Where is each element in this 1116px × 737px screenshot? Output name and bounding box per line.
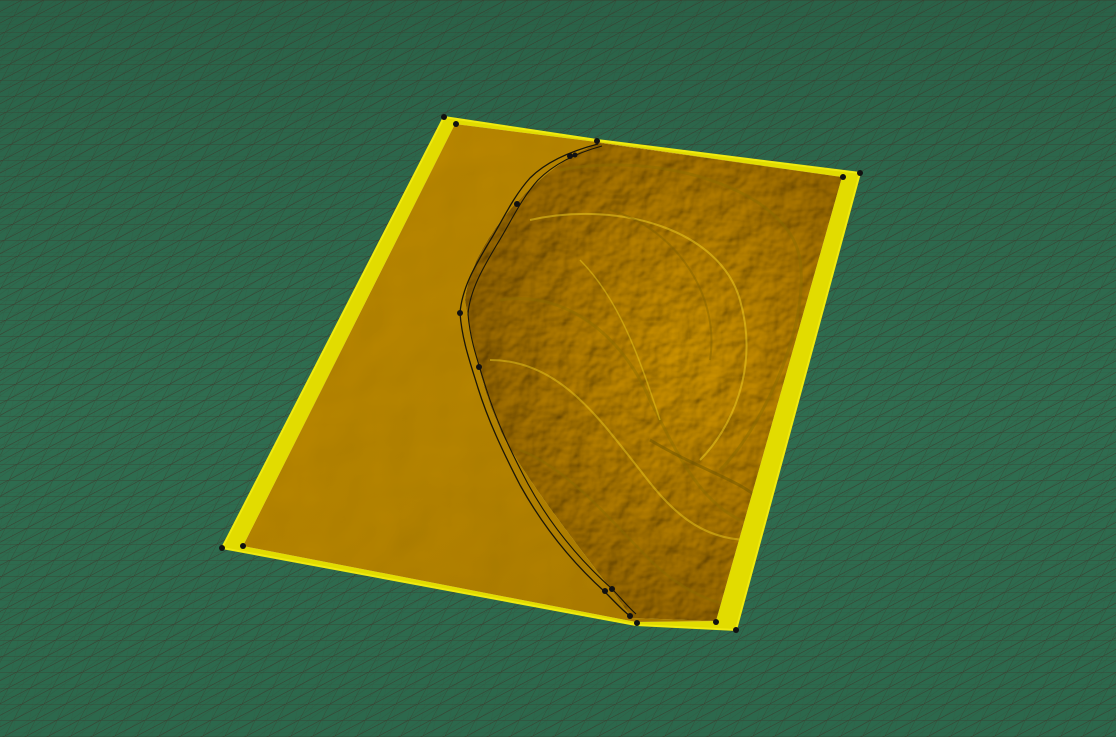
vertex-handle[interactable] [713,619,719,625]
vertex-handle[interactable] [627,613,633,619]
vertex-handle[interactable] [733,627,739,633]
vertex-handle[interactable] [476,364,482,370]
vertex-handle[interactable] [594,138,600,144]
vertex-handle[interactable] [857,170,863,176]
vertex-handle[interactable] [453,121,459,127]
vertex-handle[interactable] [457,310,463,316]
vertex-handle[interactable] [609,586,615,592]
vertex-handle[interactable] [840,174,846,180]
vertex-handle[interactable] [567,153,573,159]
vertex-handle[interactable] [572,152,578,158]
vertex-handle[interactable] [441,114,447,120]
vertex-handle[interactable] [219,545,225,551]
vertex-handle[interactable] [634,620,640,626]
3d-viewport[interactable] [0,0,1116,737]
vertex-handle[interactable] [602,588,608,594]
scene-canvas[interactable] [0,0,1116,737]
vertex-handle[interactable] [240,543,246,549]
vertex-handle[interactable] [514,201,520,207]
